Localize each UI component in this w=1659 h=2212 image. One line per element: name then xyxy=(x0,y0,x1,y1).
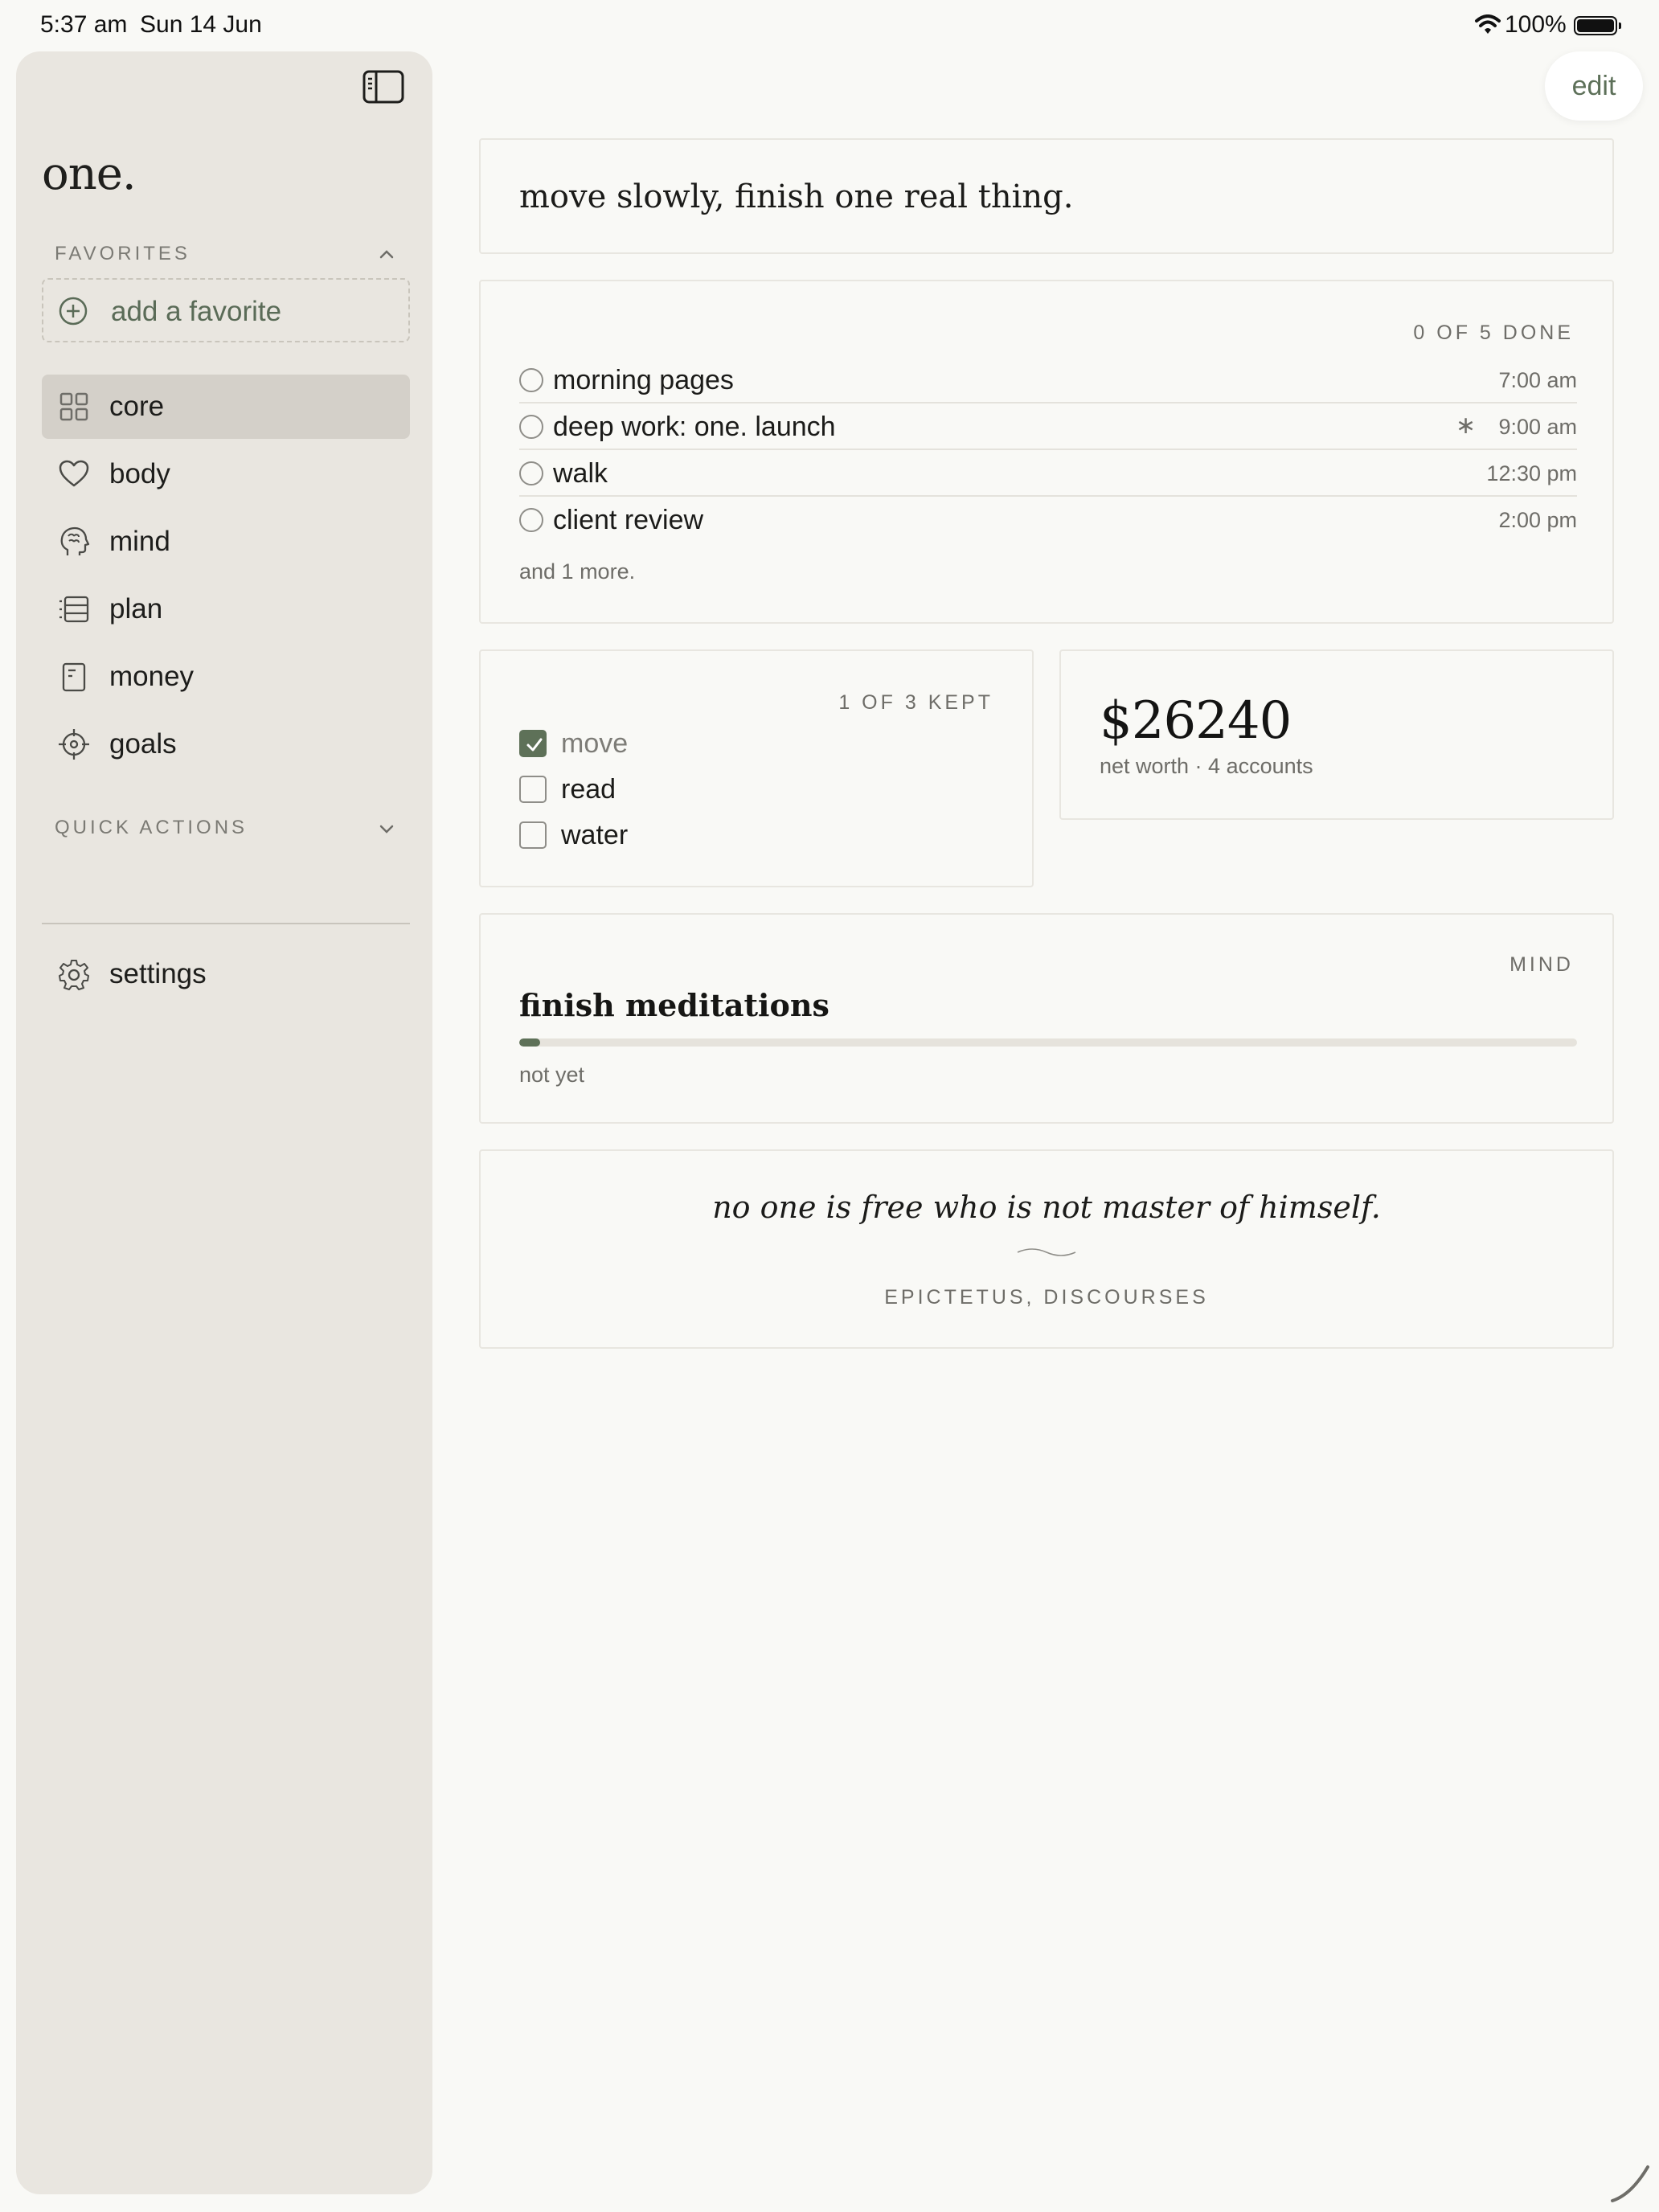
add-favorite-label: add a favorite xyxy=(111,296,282,327)
brain-icon xyxy=(60,526,90,555)
status-bar: 5:37 am Sun 14 Jun 100% xyxy=(0,0,1659,51)
grid-icon xyxy=(59,392,88,421)
intention-text: move slowly, finish one real thing. xyxy=(519,178,1074,215)
goal-title: finish meditations xyxy=(519,987,830,1023)
sidebar-item-label: core xyxy=(109,391,165,422)
tasks-more-link[interactable]: and 1 more. xyxy=(519,559,635,584)
favorites-header[interactable]: FAVORITES xyxy=(55,243,190,265)
sidebar-item-body[interactable]: body xyxy=(42,442,410,506)
goal-card[interactable]: MIND finish meditations not yet xyxy=(479,913,1614,1124)
task-time: 7:00 am xyxy=(1498,368,1577,392)
status-date: Sun 14 Jun xyxy=(140,11,262,38)
habits-card: 1 OF 3 KEPT move read water xyxy=(479,649,1034,887)
sidebar-item-money[interactable]: money xyxy=(42,645,410,709)
tasks-card: 0 OF 5 DONE morning pages 7:00 am deep w… xyxy=(479,280,1614,624)
net-worth-card[interactable]: $26240 net worth · 4 accounts xyxy=(1059,649,1614,820)
sidebar-item-label: mind xyxy=(109,526,170,557)
crosshair-icon xyxy=(59,729,89,760)
quote-text: no one is free who is not master of hims… xyxy=(712,1190,1381,1225)
task-time: 9:00 am xyxy=(1498,415,1577,439)
sidebar: one. FAVORITES add a favorite core body xyxy=(16,51,432,2194)
task-label: walk xyxy=(553,458,608,489)
task-time: 12:30 pm xyxy=(1486,461,1577,485)
asterisk-icon: ∗ xyxy=(1455,412,1476,439)
task-row[interactable]: deep work: one. launch ∗ 9:00 am xyxy=(519,403,1577,450)
sidebar-item-label: settings xyxy=(109,958,207,989)
add-favorite-button[interactable]: add a favorite xyxy=(42,278,410,342)
sidebar-item-label: plan xyxy=(109,593,163,625)
task-label: client review xyxy=(553,505,704,535)
edit-button[interactable]: edit xyxy=(1545,51,1643,121)
app-title: one. xyxy=(42,148,137,200)
chevron-up-icon[interactable] xyxy=(376,244,397,265)
task-label: morning pages xyxy=(553,365,734,395)
goal-progress-bar xyxy=(519,1038,1577,1047)
habit-checkbox[interactable] xyxy=(519,730,547,757)
task-radio[interactable] xyxy=(519,508,543,532)
sidebar-item-label: body xyxy=(109,458,170,490)
sidebar-item-goals[interactable]: goals xyxy=(42,712,410,776)
task-row[interactable]: morning pages 7:00 am xyxy=(519,357,1577,403)
sidebar-item-label: money xyxy=(109,661,195,692)
sidebar-item-settings[interactable]: settings xyxy=(42,942,410,1006)
gear-icon xyxy=(59,960,89,990)
checkmark-icon xyxy=(526,738,543,752)
task-label: deep work: one. launch xyxy=(553,412,836,442)
task-time: 2:00 pm xyxy=(1498,508,1577,532)
list-icon xyxy=(59,596,89,623)
quote-attribution: EPICTETUS, DISCOURSES xyxy=(884,1286,1209,1309)
task-row[interactable]: walk 12:30 pm xyxy=(519,450,1577,497)
habit-label: read xyxy=(561,774,616,805)
habits-summary: 1 OF 3 KEPT xyxy=(838,691,993,714)
heart-icon xyxy=(59,460,89,487)
sidebar-item-plan[interactable]: plan xyxy=(42,577,410,641)
quote-card: no one is free who is not master of hims… xyxy=(479,1149,1614,1349)
habit-label: move xyxy=(561,728,629,759)
habit-label: water xyxy=(561,820,629,850)
net-worth-subtitle: net worth · 4 accounts xyxy=(1100,754,1313,778)
receipt-icon xyxy=(62,662,86,692)
task-radio[interactable] xyxy=(519,368,543,392)
task-row[interactable]: client review 2:00 pm xyxy=(519,497,1577,543)
sidebar-divider xyxy=(42,923,410,924)
habit-row[interactable]: read xyxy=(519,771,1002,808)
sidebar-toggle-icon[interactable] xyxy=(362,69,405,104)
sidebar-item-mind[interactable]: mind xyxy=(42,510,410,574)
plus-circle-icon xyxy=(59,297,88,326)
goal-progress-fill xyxy=(519,1038,541,1047)
status-time: 5:37 am xyxy=(40,11,128,38)
quick-actions-header[interactable]: QUICK ACTIONS xyxy=(55,817,248,839)
task-radio[interactable] xyxy=(519,461,543,485)
habit-checkbox[interactable] xyxy=(519,776,547,803)
battery-percent: 100% xyxy=(1505,11,1567,38)
goal-category: MIND xyxy=(1509,953,1574,976)
net-worth-amount: $26240 xyxy=(1100,691,1292,751)
chevron-down-icon[interactable] xyxy=(376,818,397,839)
tasks-summary: 0 OF 5 DONE xyxy=(1413,322,1574,344)
habit-row[interactable]: move xyxy=(519,725,1002,762)
sidebar-item-label: goals xyxy=(109,728,177,760)
wifi-icon xyxy=(1475,14,1501,34)
habit-row[interactable]: water xyxy=(519,817,1002,854)
habit-checkbox[interactable] xyxy=(519,821,547,849)
intention-card[interactable]: move slowly, finish one real thing. xyxy=(479,138,1614,254)
goal-status: not yet xyxy=(519,1063,585,1087)
flourish-divider xyxy=(1017,1248,1076,1256)
resize-handle-icon xyxy=(1611,2165,1649,2202)
sidebar-item-core[interactable]: core xyxy=(42,375,410,439)
battery-icon xyxy=(1574,16,1621,35)
task-radio[interactable] xyxy=(519,415,543,439)
